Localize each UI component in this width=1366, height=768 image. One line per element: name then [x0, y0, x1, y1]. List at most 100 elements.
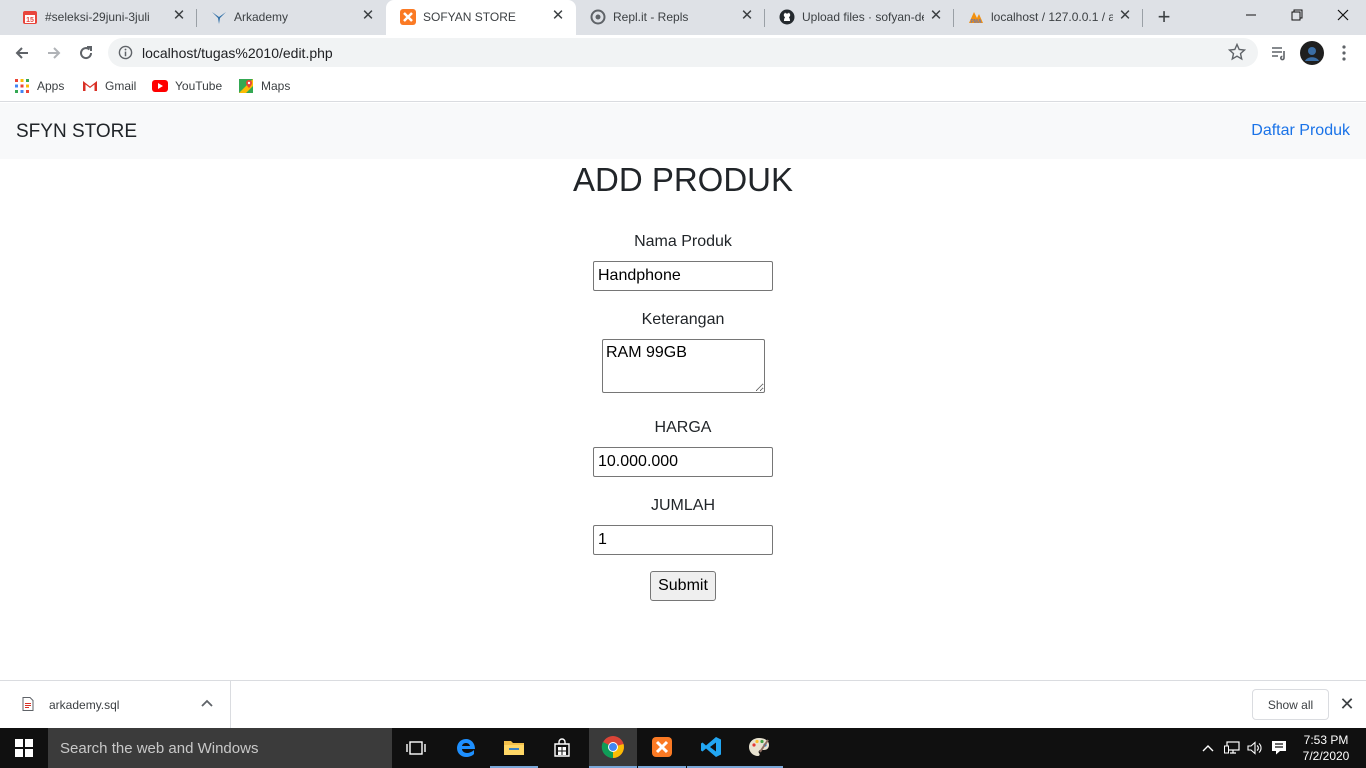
close-icon[interactable]: ✕: [928, 8, 944, 24]
clock-time: 7:53 PM: [1303, 733, 1349, 747]
paint-taskbar-button[interactable]: [735, 728, 783, 768]
keterangan-textarea[interactable]: RAM 99GB: [602, 339, 765, 393]
tab-seleksi[interactable]: 15 #seleksi-29juni-3juli ✕: [8, 0, 197, 35]
show-all-button[interactable]: Show all: [1252, 689, 1329, 720]
site-navbar: SFYN STORE Daftar Produk: [0, 103, 1366, 159]
chrome-icon: [601, 736, 624, 759]
new-tab-button[interactable]: +: [1150, 5, 1178, 29]
xampp-app-icon: [652, 737, 672, 757]
close-icon[interactable]: ✕: [171, 8, 187, 24]
reload-button[interactable]: [72, 39, 100, 67]
svg-text:PMA: PMA: [970, 19, 982, 25]
github-icon: [779, 9, 795, 25]
harga-input[interactable]: [593, 447, 773, 477]
windows-logo-icon: [15, 739, 33, 757]
submit-button[interactable]: Submit: [650, 571, 716, 601]
tab-title: SOFYAN STORE: [423, 10, 516, 24]
clock-date: 7/2/2020: [1302, 749, 1350, 763]
forward-button[interactable]: [40, 39, 68, 67]
phpmyadmin-icon: PMA: [968, 9, 984, 25]
tab-title: Repl.it - Repls: [613, 10, 689, 24]
store-taskbar-button[interactable]: [538, 728, 586, 768]
bookmark-apps[interactable]: Apps: [14, 77, 64, 95]
tab-arkademy[interactable]: Arkademy ✕: [197, 0, 386, 35]
browser-toolbar: localhost/tugas%2010/edit.php: [0, 35, 1366, 70]
show-hidden-icons-button[interactable]: [1198, 738, 1218, 758]
nama-produk-input[interactable]: [593, 261, 773, 291]
jumlah-label: JUMLAH: [650, 497, 715, 514]
apps-grid-icon: [14, 78, 30, 94]
bookmark-maps[interactable]: Maps: [238, 77, 290, 95]
minimize-button[interactable]: [1228, 0, 1274, 30]
bookmark-label: Apps: [37, 79, 65, 93]
bookmark-label: YouTube: [175, 79, 223, 93]
close-icon[interactable]: ✕: [739, 8, 755, 24]
network-tray-button[interactable]: [1222, 738, 1242, 758]
close-icon[interactable]: ✕: [1117, 8, 1133, 24]
vscode-icon: [701, 737, 721, 757]
system-clock[interactable]: 7:53 PM 7/2/2020: [1298, 732, 1354, 764]
back-button[interactable]: [8, 39, 36, 67]
speaker-icon: [1247, 741, 1262, 755]
tab-sofyan-store[interactable]: SOFYAN STORE ✕: [386, 0, 576, 35]
close-shelf-icon[interactable]: ✕: [1338, 695, 1356, 713]
restore-icon: [1291, 9, 1303, 21]
info-icon[interactable]: [118, 45, 133, 60]
chrome-taskbar-button[interactable]: [589, 728, 637, 768]
close-window-icon: [1337, 9, 1349, 21]
profile-avatar[interactable]: [1300, 41, 1324, 65]
action-center-button[interactable]: [1269, 738, 1289, 758]
start-button[interactable]: [0, 728, 48, 768]
search-placeholder: Search the web and Windows: [60, 740, 259, 757]
svg-text:15: 15: [26, 17, 34, 24]
site-brand[interactable]: SFYN STORE: [16, 121, 137, 143]
page-title: ADD PRODUK: [572, 161, 794, 198]
nama-produk-label: Nama Produk: [634, 233, 732, 250]
calendar-icon: 15: [22, 9, 38, 25]
taskbar-search[interactable]: Search the web and Windows: [48, 728, 392, 768]
folder-icon: [504, 741, 524, 755]
close-icon[interactable]: ✕: [360, 8, 376, 24]
edge-taskbar-button[interactable]: [442, 728, 490, 768]
maps-icon: [238, 78, 254, 94]
url-text: localhost/tugas%2010/edit.php: [142, 45, 333, 61]
windows-taskbar: Search the web and Windows 7:53 PM 7/2/2…: [0, 728, 1366, 768]
avatar-icon: [1301, 42, 1323, 64]
chevron-up-icon: [1202, 745, 1214, 752]
tab-separator: [1142, 9, 1143, 27]
vscode-taskbar-button[interactable]: [687, 728, 735, 768]
notification-icon: [1272, 741, 1286, 755]
close-window-button[interactable]: [1320, 0, 1366, 30]
jumlah-input[interactable]: [593, 525, 773, 555]
tab-github[interactable]: Upload files · sofyan-de ✕: [765, 0, 954, 35]
media-control-button[interactable]: [1267, 41, 1291, 65]
keterangan-label: Keterangan: [641, 311, 725, 328]
chevron-up-icon[interactable]: [198, 695, 216, 713]
restore-button[interactable]: [1274, 0, 1320, 30]
tab-phpmyadmin[interactable]: PMA localhost / 127.0.0.1 / a ✕: [954, 0, 1143, 35]
bookmark-youtube[interactable]: YouTube: [152, 77, 222, 95]
page-content: SFYN STORE Daftar Produk ADD PRODUK Nama…: [0, 103, 1366, 680]
volume-tray-button[interactable]: [1245, 738, 1265, 758]
tab-title: localhost / 127.0.0.1 / a: [991, 10, 1113, 24]
network-icon: [1224, 741, 1240, 754]
bookmarks-bar: Apps Gmail YouTube Maps: [0, 70, 1366, 102]
xampp-taskbar-button[interactable]: [638, 728, 686, 768]
bookmark-gmail[interactable]: Gmail: [82, 77, 136, 95]
file-explorer-taskbar-button[interactable]: [490, 728, 538, 768]
back-arrow-icon: [15, 47, 28, 59]
download-filename: arkademy.sql: [49, 698, 120, 712]
download-item[interactable]: arkademy.sql: [0, 681, 231, 728]
playlist-icon: [1272, 47, 1285, 61]
paint-palette-icon: [749, 738, 769, 756]
task-view-icon: [406, 741, 426, 755]
xampp-icon: [400, 9, 416, 25]
bookmark-label: Maps: [261, 79, 291, 93]
close-icon[interactable]: ✕: [550, 8, 566, 24]
address-bar[interactable]: localhost/tugas%2010/edit.php: [108, 38, 1258, 67]
nav-link-daftar-produk[interactable]: Daftar Produk: [1251, 122, 1350, 140]
menu-button[interactable]: [1332, 41, 1356, 65]
task-view-button[interactable]: [392, 728, 440, 768]
bookmark-star-icon[interactable]: [1228, 43, 1246, 61]
tab-replit[interactable]: Repl.it - Repls ✕: [576, 0, 765, 35]
